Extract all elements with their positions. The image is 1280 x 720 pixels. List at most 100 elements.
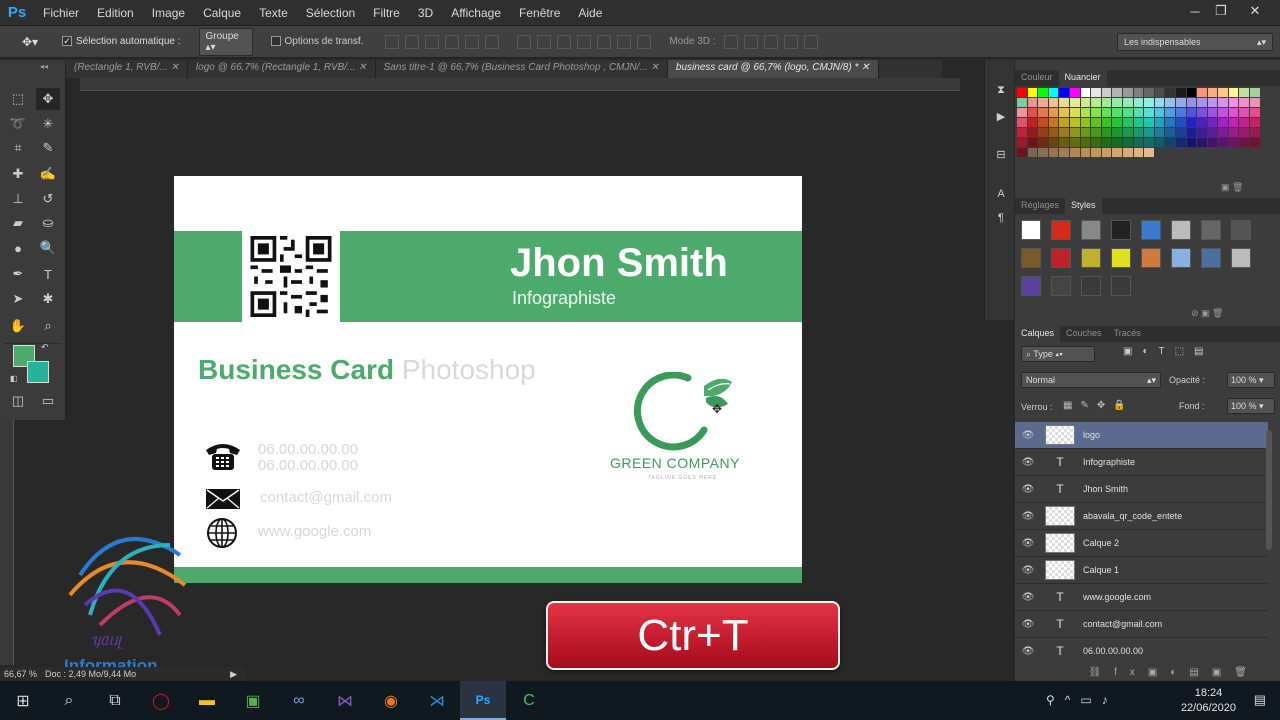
swatch[interactable] [1144,118,1155,128]
visibility-eye-icon[interactable]: 👁 [1015,511,1041,522]
swatch[interactable] [1122,118,1134,128]
swatch[interactable] [1017,98,1028,108]
swatch[interactable] [1250,88,1261,98]
swatch[interactable] [1112,148,1123,158]
menu-filtre[interactable]: Filtre [364,6,409,20]
swatch[interactable] [1133,108,1145,118]
swatch[interactable] [1239,88,1251,98]
dodge-tool-icon[interactable]: 🔍 [36,237,60,259]
swatch[interactable] [1080,88,1092,98]
history-panel-icon[interactable]: ⧗ [993,84,1009,98]
start-windows-icon[interactable]: ⊞ [0,681,46,720]
menu-edition[interactable]: Edition [88,6,143,20]
swatch[interactable] [1080,98,1092,108]
swatch[interactable] [1027,128,1039,138]
3d-roll-icon[interactable] [743,34,758,49]
align-top-icon[interactable] [385,34,400,49]
swatch[interactable] [1101,148,1113,158]
swatch[interactable] [1207,98,1219,108]
hand-tool-icon[interactable]: ✋ [6,315,30,337]
swatch[interactable] [1069,98,1081,108]
notification-icon[interactable]: ▤ [1254,692,1266,708]
swatch[interactable] [1133,98,1145,108]
swatch[interactable] [1239,138,1251,148]
swatch[interactable] [1038,148,1049,158]
swatch[interactable] [1133,118,1145,128]
blend-mode-select[interactable]: Normal ▴▾ [1021,372,1161,388]
style-preset[interactable] [1021,276,1041,296]
layer-row[interactable]: 👁 T 06.00.00.00.00 [1015,638,1268,662]
swatch[interactable] [1186,98,1198,108]
layer-name[interactable]: Jhon Smith [1083,484,1128,494]
style-preset[interactable] [1021,220,1041,240]
camtasia-recorder-icon[interactable]: C [506,681,552,720]
visibility-eye-icon[interactable]: 👁 [1015,430,1041,441]
menu-fichier[interactable]: Fichier [34,6,88,20]
style-preset[interactable] [1231,220,1251,240]
layer-name[interactable]: abavala_qr_code_entete [1083,511,1182,521]
swatch[interactable] [1080,128,1092,138]
swatch[interactable] [1048,128,1060,138]
swatch[interactable] [1112,118,1123,128]
style-preset[interactable] [1111,276,1131,296]
distribute-bottom-icon[interactable] [557,34,572,49]
swatch[interactable] [1091,88,1102,98]
tab-logo[interactable]: logo @ 66,7% (Rectangle 1, RVB/... ✕ [188,60,376,78]
layer-name[interactable]: logo [1083,430,1100,440]
style-preset[interactable] [1141,220,1161,240]
swatch[interactable] [1048,118,1060,128]
status-menu-icon[interactable]: ▶ [230,669,237,680]
style-preset[interactable] [1171,220,1191,240]
actions-panel-icon[interactable]: ▶ [993,110,1009,124]
swatch[interactable] [1027,98,1039,108]
swatch[interactable] [1027,118,1039,128]
properties-panel-icon[interactable]: ⊟ [993,148,1009,162]
layer-filter-select[interactable]: ⌕ Type ▴▾ [1021,346,1095,362]
eraser-tool-icon[interactable]: ▰ [6,212,30,234]
taskbar-clock[interactable]: 18:24 22/06/2020 [1181,686,1236,716]
layer-name[interactable]: Calque 2 [1083,538,1119,548]
swatch[interactable] [1059,148,1070,158]
visual-studio-icon[interactable]: ⋈ [322,681,368,720]
swatch[interactable] [1048,98,1060,108]
swatch[interactable] [1069,128,1081,138]
swatch[interactable] [1165,98,1176,108]
layer-name[interactable]: 06.00.00.00.00 [1083,646,1143,656]
swatch[interactable] [1207,88,1219,98]
swatch[interactable] [1080,148,1092,158]
swatch[interactable] [1186,118,1198,128]
blur-tool-icon[interactable]: ● [6,237,30,259]
swatch[interactable] [1122,128,1134,138]
swatch[interactable] [1027,88,1039,98]
swatch[interactable] [1186,128,1198,138]
swatch[interactable] [1218,128,1229,138]
healing-brush-icon[interactable]: ✚ [6,163,30,185]
swatch[interactable] [1048,138,1060,148]
swatch[interactable] [1154,108,1166,118]
move-tool-icon[interactable]: ✥ [36,88,60,110]
visibility-eye-icon[interactable]: 👁 [1015,646,1041,657]
swatch[interactable] [1228,98,1240,108]
swatch[interactable] [1175,128,1187,138]
layer-name[interactable]: Calque 1 [1083,565,1119,575]
swatch[interactable] [1059,138,1070,148]
swatch[interactable] [1228,118,1240,128]
layers-scrollbar[interactable] [1266,430,1272,550]
swatch[interactable] [1250,98,1261,108]
swatch[interactable] [1133,88,1145,98]
custom-shape-icon[interactable]: ✱ [36,288,60,310]
swatch[interactable] [1048,108,1060,118]
swatch[interactable] [1101,88,1113,98]
clone-stamp-icon[interactable]: ⊥ [6,188,30,210]
styles-grid[interactable] [1021,220,1261,296]
tab-traces[interactable]: Tracés [1108,326,1147,342]
swatch[interactable] [1228,88,1240,98]
swatch[interactable] [1228,128,1240,138]
align-right-icon[interactable] [485,34,500,49]
swatch[interactable] [1250,128,1261,138]
style-preset[interactable] [1051,220,1071,240]
swatch[interactable] [1218,108,1229,118]
swatch[interactable] [1038,98,1049,108]
swatch[interactable] [1048,148,1060,158]
swatch[interactable] [1197,98,1208,108]
